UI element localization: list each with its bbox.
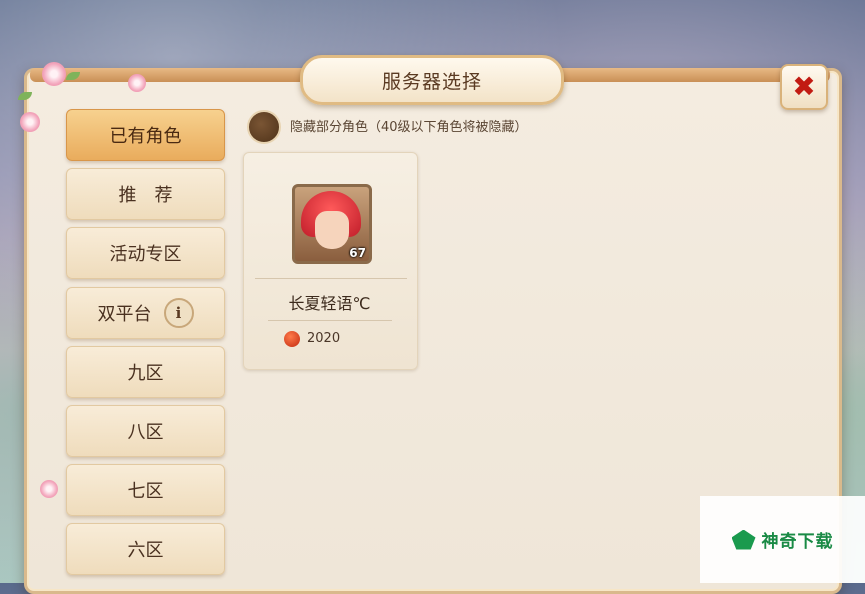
role-name: 长夏轻语℃ [288, 294, 371, 313]
avatar-face [315, 211, 349, 249]
server-number: 2020 [307, 331, 341, 346]
divider [255, 278, 407, 279]
blossom-decoration [42, 62, 66, 86]
tab-zone-9[interactable]: 九区 [66, 346, 225, 398]
tab-recommended[interactable]: 推 荐 [66, 168, 225, 220]
hide-roles-label: 隐藏部分角色（40级以下角色将被隐藏） [290, 120, 528, 135]
close-icon: ✖ [792, 70, 816, 103]
info-icon[interactable]: i [163, 298, 194, 328]
server-status-icon [284, 331, 300, 347]
dialog-title-plate: 服务器选择 [300, 55, 564, 105]
tab-event-zone[interactable]: 活动专区 [66, 227, 225, 279]
tab-label: 八区 [127, 422, 164, 443]
watermark: 神奇下载 [700, 496, 865, 583]
tab-zone-7[interactable]: 七区 [66, 464, 225, 516]
role-level: 67 [349, 246, 366, 260]
blossom-decoration [20, 112, 40, 132]
tab-label: 双平台 [97, 304, 152, 325]
hide-roles-toggle[interactable] [247, 110, 281, 144]
blossom-decoration [128, 74, 146, 92]
tab-label: 六区 [127, 540, 164, 561]
tab-label: 推 荐 [118, 185, 173, 206]
tab-zone-8[interactable]: 八区 [66, 405, 225, 457]
watermark-logo-icon [731, 529, 756, 550]
close-button[interactable]: ✖ [780, 64, 828, 110]
tab-dual-platform[interactable]: 双平台 i [66, 287, 225, 339]
tab-zone-6[interactable]: 六区 [66, 523, 225, 575]
tab-label: 已有角色 [109, 126, 182, 147]
tab-label: 九区 [127, 363, 164, 384]
tab-label: 活动专区 [109, 244, 182, 265]
tab-label: 七区 [127, 481, 164, 502]
watermark-text: 神奇下载 [761, 532, 834, 552]
dialog-title: 服务器选择 [381, 70, 482, 93]
divider [268, 320, 392, 321]
blossom-decoration [40, 480, 58, 498]
role-avatar: 67 [292, 184, 372, 264]
tab-existing-roles[interactable]: 已有角色 [66, 109, 225, 161]
